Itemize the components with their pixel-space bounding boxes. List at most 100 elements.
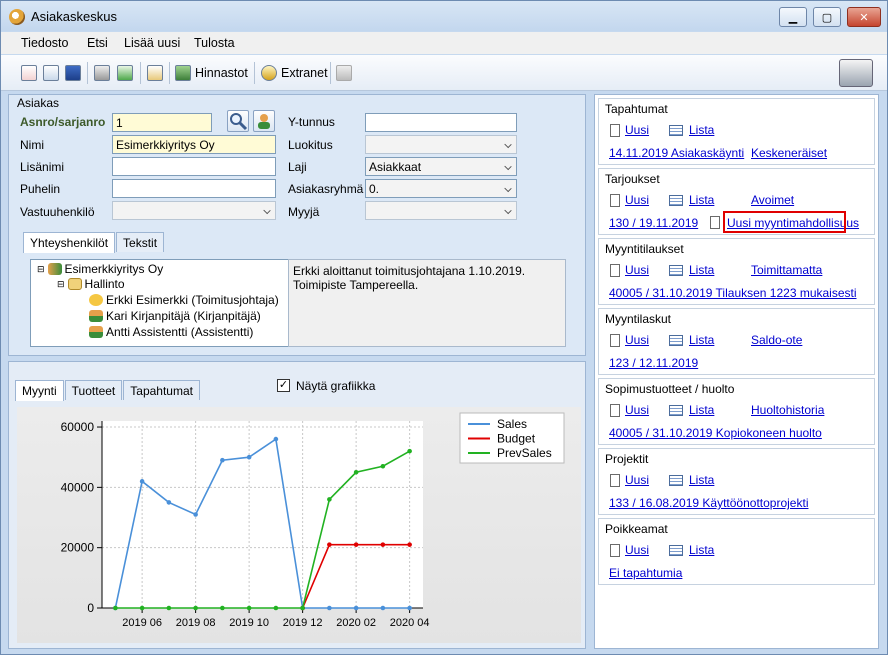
highlight-box — [723, 211, 846, 233]
myyntilaskut-link[interactable]: 123 / 12.11.2019 — [609, 356, 698, 370]
poikkeamat-new-link[interactable]: Uusi — [625, 543, 649, 557]
collapse-icon: ⊟ — [57, 278, 65, 289]
projektit-link[interactable]: 133 / 16.08.2019 Käyttöönottoprojekti — [609, 496, 808, 510]
list-icon — [669, 195, 683, 206]
nimi-input[interactable]: Esimerkkiyritys Oy — [112, 135, 276, 154]
legend-label: Sales — [497, 417, 527, 431]
tapahtumat-new-link[interactable]: Uusi — [625, 123, 649, 137]
x-tick-label: 2020 04 — [390, 617, 430, 629]
projektit-list-link[interactable]: Lista — [689, 473, 714, 487]
tab-myynti[interactable]: Myynti — [15, 380, 64, 401]
tarjoukset-link[interactable]: 130 / 19.11.2019 — [609, 216, 698, 230]
tab-tuotteet[interactable]: Tuotteet — [64, 380, 123, 400]
hinnastot-button[interactable]: Hinnastot — [175, 64, 248, 82]
app-window: Asiakaskeskus ▁ ▢ ✕ Tiedosto Etsi Lisää … — [0, 0, 888, 655]
myyntitilaukset-link[interactable]: Toimittamatta — [751, 263, 822, 277]
data-point-budget — [353, 542, 359, 547]
tarjoukset-list-link[interactable]: Lista — [689, 193, 714, 207]
lisanimi-input[interactable] — [112, 157, 276, 176]
menu-lisaa-uusi[interactable]: Lisää uusi — [124, 36, 180, 50]
extranet-button[interactable]: Extranet — [261, 64, 328, 82]
people-icon — [47, 263, 62, 275]
ytunnus-input[interactable] — [365, 113, 517, 132]
search-document-icon[interactable] — [43, 64, 59, 82]
tapahtumat-link[interactable]: 14.11.2019 Asiakaskäynti — [609, 146, 744, 160]
tab-yhteyshenkilot[interactable]: Yhteyshenkilöt — [23, 232, 116, 253]
lisanimi-label: Lisänimi — [20, 160, 65, 174]
section-title: Tapahtumat — [605, 102, 668, 116]
data-point-sales — [327, 605, 332, 611]
new-document-icon — [610, 264, 620, 277]
toolbar-separator — [169, 62, 170, 84]
show-chart-checkbox[interactable]: ✓ — [277, 379, 290, 392]
maximize-button[interactable]: ▢ — [813, 7, 841, 27]
data-point-prevsales — [380, 463, 386, 469]
laji-select[interactable]: Asiakkaat — [365, 157, 517, 176]
sopimustuotteet-new-link[interactable]: Uusi — [625, 403, 649, 417]
sopimustuotteet-link[interactable]: 40005 / 31.10.2019 Kopiokoneen huolto — [609, 426, 822, 440]
data-point-prevsales — [193, 605, 198, 611]
myyja-select[interactable] — [365, 201, 517, 220]
tree-item[interactable]: Kari Kirjanpitäjä (Kirjanpitäjä) — [89, 309, 261, 323]
tree-item[interactable]: Erkki Esimerkki (Toimitusjohtaja) — [89, 293, 279, 307]
list-icon — [669, 405, 683, 416]
projektit-new-link[interactable]: Uusi — [625, 473, 649, 487]
section-myyntilaskut: Myyntilaskut Uusi Lista Saldo-ote 123 / 12… — [598, 308, 875, 375]
data-point-prevsales — [327, 497, 332, 502]
data-point-sales — [166, 500, 172, 505]
search-icon[interactable] — [227, 110, 249, 132]
checklist-icon[interactable] — [21, 64, 37, 82]
tarjoukset-link[interactable]: Avoimet — [751, 193, 794, 207]
cash-register-icon[interactable] — [839, 58, 873, 88]
menu-tiedosto[interactable]: Tiedosto — [21, 36, 68, 50]
data-point-sales — [246, 454, 252, 460]
tab-tapahtumat[interactable]: Tapahtumat — [123, 380, 200, 400]
asnro-input[interactable]: 1 — [112, 113, 212, 132]
myyntilaskut-link[interactable]: Saldo-ote — [751, 333, 802, 347]
minimize-button[interactable]: ▁ — [779, 7, 807, 27]
menu-tulosta[interactable]: Tulosta — [194, 36, 235, 50]
list-icon — [669, 475, 683, 486]
list-icon — [669, 125, 683, 136]
tree-item[interactable]: ⊟ Esimerkkiyritys Oy — [37, 262, 163, 276]
sopimustuotteet-link[interactable]: Huoltohistoria — [751, 403, 824, 417]
puhelin-input[interactable] — [112, 179, 276, 198]
refresh-icon[interactable] — [117, 64, 133, 82]
luokitus-select[interactable] — [365, 135, 517, 154]
asiakasryhma-label: Asiakasryhmä — [288, 182, 364, 196]
print-icon[interactable] — [94, 64, 110, 82]
myyntitilaukset-link[interactable]: 40005 / 31.10.2019 Tilauksen 1223 mukais… — [609, 286, 857, 300]
poikkeamat-list-link[interactable]: Lista — [689, 543, 714, 557]
data-point-sales — [220, 457, 225, 463]
export-icon[interactable] — [147, 64, 163, 82]
tree-item[interactable]: Antti Assistentti (Assistentti) — [89, 325, 253, 339]
section-title: Myyntitilaukset — [605, 242, 684, 256]
word-icon[interactable] — [65, 64, 81, 82]
tapahtumat-list-link[interactable]: Lista — [689, 123, 714, 137]
menu-bar: Tiedosto Etsi Lisää uusi Tulosta — [1, 32, 887, 54]
myyntilaskut-new-link[interactable]: Uusi — [625, 333, 649, 347]
y-tick-label: 60000 — [61, 420, 95, 434]
close-button[interactable]: ✕ — [847, 7, 881, 27]
myyntitilaukset-list-link[interactable]: Lista — [689, 263, 714, 277]
sopimustuotteet-list-link[interactable]: Lista — [689, 403, 714, 417]
database-icon[interactable] — [336, 64, 352, 82]
myyntitilaukset-new-link[interactable]: Uusi — [625, 263, 649, 277]
laji-label: Laji — [288, 160, 307, 174]
tapahtumat-link[interactable]: Keskeneräiset — [751, 146, 827, 160]
data-point-budget — [407, 542, 412, 547]
myyntilaskut-list-link[interactable]: Lista — [689, 333, 714, 347]
section-title: Myyntilaskut — [605, 312, 672, 326]
menu-etsi[interactable]: Etsi — [87, 36, 108, 50]
poikkeamat-link[interactable]: Ei tapahtumia — [609, 566, 682, 580]
tab-tekstit[interactable]: Tekstit — [116, 232, 165, 252]
asiakasryhma-select[interactable]: 0. — [365, 179, 517, 198]
notes-text[interactable]: Erkki aloittanut toimitusjohtajana 1.10.… — [288, 259, 566, 347]
vastuuhenkilo-select[interactable] — [112, 201, 276, 220]
person-icon[interactable] — [253, 110, 275, 132]
list-icon — [669, 265, 683, 276]
x-tick-label: 2019 08 — [176, 617, 216, 629]
legend-label: PrevSales — [497, 446, 552, 460]
tree-item[interactable]: ⊟ Hallinto — [57, 277, 125, 291]
tarjoukset-new-link[interactable]: Uusi — [625, 193, 649, 207]
